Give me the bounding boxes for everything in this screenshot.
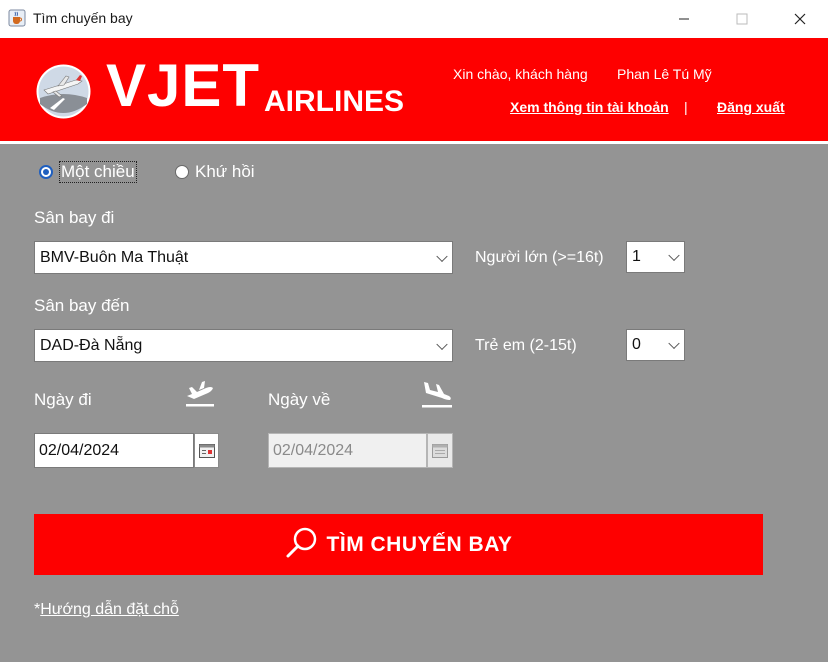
maximize-button[interactable] xyxy=(714,0,770,38)
brand-subtitle: AIRLINES xyxy=(264,85,405,118)
origin-value: BMV-Buôn Ma Thuật xyxy=(40,248,189,266)
depart-date-label: Ngày đi xyxy=(34,390,92,409)
java-cup-icon xyxy=(8,9,26,27)
depart-date-value: 02/04/2024 xyxy=(39,441,120,459)
logout-link[interactable]: Đăng xuất xyxy=(717,99,785,115)
banner-divider xyxy=(0,141,828,144)
adults-select[interactable]: 1 xyxy=(626,241,685,273)
return-date-label: Ngày về xyxy=(268,390,331,409)
header-banner: VJET AIRLINES Xin chào, khách hàng Phan … xyxy=(0,38,828,141)
origin-label: Sân bay đi xyxy=(34,208,115,227)
depart-calendar-button[interactable] xyxy=(194,433,219,468)
children-select[interactable]: 0 xyxy=(626,329,685,361)
chevron-down-icon xyxy=(668,337,680,350)
radio-checked-icon xyxy=(39,165,53,179)
link-separator: | xyxy=(684,99,688,115)
origin-select[interactable]: BMV-Buôn Ma Thuật xyxy=(34,241,453,274)
one-way-radio[interactable]: Một chiều xyxy=(39,161,137,183)
close-icon xyxy=(794,13,806,25)
adults-label: Người lớn (>=16t) xyxy=(475,249,604,266)
chevron-down-icon xyxy=(668,249,680,262)
one-way-label: Một chiều xyxy=(59,161,137,183)
booking-guide: *Hướng dẫn đặt chỗ xyxy=(34,601,179,619)
depart-date-input[interactable]: 02/04/2024 xyxy=(34,433,194,468)
destination-label: Sân bay đến xyxy=(34,296,130,315)
title-bar: Tìm chuyến bay xyxy=(0,0,828,38)
minimize-icon xyxy=(679,18,689,20)
destination-value: DAD-Đà Nẵng xyxy=(40,336,143,354)
airplane-logo-icon xyxy=(36,64,91,119)
round-trip-label: Khứ hồi xyxy=(195,162,255,181)
return-calendar-button[interactable] xyxy=(427,433,453,468)
round-trip-radio[interactable]: Khứ hồi xyxy=(175,161,255,183)
adults-value: 1 xyxy=(632,248,641,265)
children-label: Trẻ em (2-15t) xyxy=(475,337,577,354)
return-date-value: 02/04/2024 xyxy=(273,441,354,459)
return-date-input[interactable]: 02/04/2024 xyxy=(268,433,427,468)
minimize-button[interactable] xyxy=(656,0,712,38)
landing-icon xyxy=(420,376,454,415)
close-button[interactable] xyxy=(772,0,828,38)
maximize-icon xyxy=(736,13,748,25)
calendar-icon xyxy=(432,443,448,458)
radio-unchecked-icon xyxy=(175,165,189,179)
search-flights-label: TÌM CHUYẾN BAY xyxy=(326,532,513,556)
search-icon xyxy=(285,525,319,564)
takeoff-icon xyxy=(184,376,216,413)
calendar-icon xyxy=(198,443,215,458)
account-info-link[interactable]: Xem thông tin tài khoản xyxy=(510,99,669,115)
chevron-down-icon xyxy=(436,250,448,262)
username-text: Phan Lê Tú Mỹ xyxy=(617,66,712,82)
chevron-down-icon xyxy=(436,338,448,350)
brand-title: VJET xyxy=(106,52,261,119)
window-title: Tìm chuyến bay xyxy=(33,10,133,26)
search-flights-button[interactable]: TÌM CHUYẾN BAY xyxy=(34,514,763,575)
booking-guide-link[interactable]: Hướng dẫn đặt chỗ xyxy=(40,601,179,618)
destination-select[interactable]: DAD-Đà Nẵng xyxy=(34,329,453,362)
children-value: 0 xyxy=(632,336,641,353)
greeting-text: Xin chào, khách hàng xyxy=(453,66,588,82)
